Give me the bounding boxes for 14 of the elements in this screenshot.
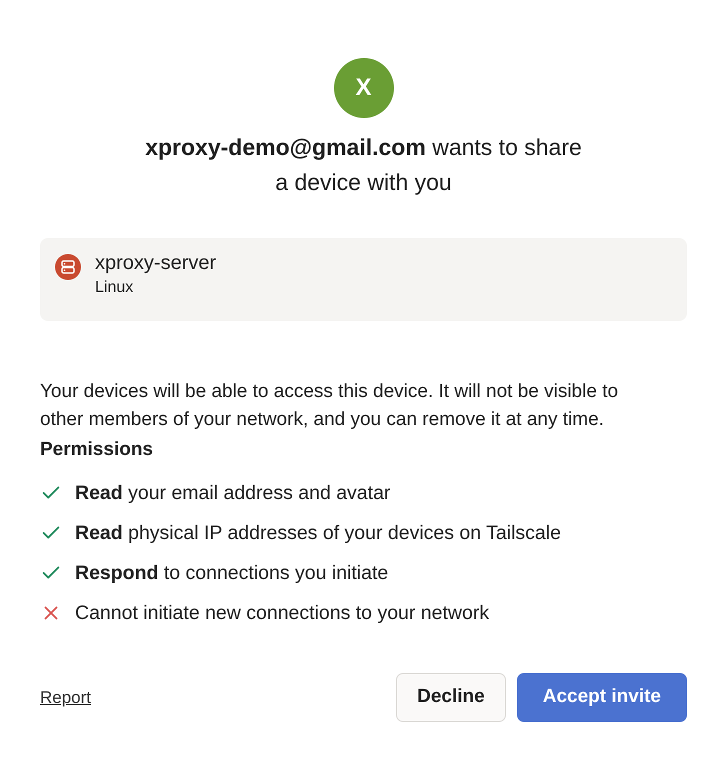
device-os: Linux [95,278,134,298]
server-icon [55,254,81,280]
accept-button[interactable]: Accept invite [516,673,687,722]
permission-text: Read your email address and avatar [75,481,390,506]
share-heading: xproxy-demo@gmail.com wants to share a device with you [144,133,583,197]
permission-text: Cannot initiate new connections to your network [75,601,490,626]
permission-text: Respond to connections you initiate [75,561,388,586]
report-link[interactable]: Report [40,684,92,710]
permissions-heading: Permissions [40,438,154,462]
description-text: Your devices will be able to access this device. It will not be visible to other members of your network, and you can remove it at any time. [40,380,620,432]
decline-button[interactable]: Decline [396,673,506,722]
permission-text: Read physical IP addresses of your devices on Tailscale [75,521,561,546]
avatar-initial: X [334,58,394,118]
device-name: xproxy-server [95,251,216,276]
